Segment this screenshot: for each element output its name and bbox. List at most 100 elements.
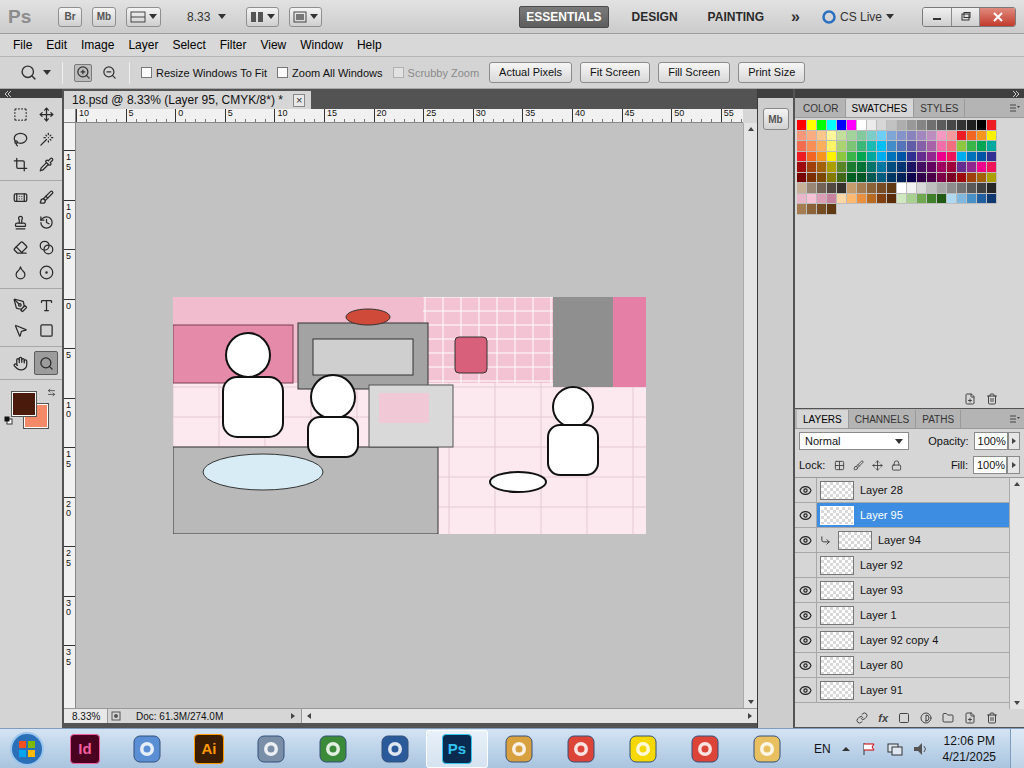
swatch[interactable] [797,162,807,173]
swatch[interactable] [877,120,887,131]
swatch[interactable] [887,120,897,131]
swatch[interactable] [937,194,947,205]
start-button[interactable] [0,731,54,767]
window-button[interactable] [979,8,1015,26]
swatch[interactable] [797,204,807,215]
numeric-field[interactable]: 100% [973,456,1007,474]
layer-row[interactable]: Layer 1 [795,603,1009,628]
option-checkbox[interactable]: Zoom All Windows [277,67,382,79]
swatch[interactable] [897,120,907,131]
close-tab-button[interactable]: × [293,94,305,107]
expand-icon[interactable] [1012,91,1020,97]
swatch[interactable] [827,120,837,131]
scroll-down-icon[interactable] [1013,699,1021,707]
swatch[interactable] [827,162,837,173]
swatch[interactable] [977,152,987,163]
swatch[interactable] [907,162,917,173]
visibility-toggle[interactable] [795,678,817,702]
horizontal-scrollbar[interactable] [302,709,757,723]
tool-button[interactable] [34,127,58,151]
swatch[interactable] [937,131,947,142]
swatch[interactable] [857,162,867,173]
lock-transparency-icon[interactable] [834,460,845,471]
layer-row[interactable]: Layer 80 [795,653,1009,678]
link-layers-icon[interactable] [856,712,868,724]
option-button[interactable]: Print Size [738,62,805,83]
swatch[interactable] [887,131,897,142]
visibility-toggle[interactable] [795,478,817,502]
menu-item[interactable]: Help [350,35,389,55]
option-checkbox[interactable]: Resize Windows To Fit [141,67,267,79]
swatch[interactable] [927,141,937,152]
swatch[interactable] [897,131,907,142]
taskbar-app[interactable]: Ai [178,730,240,768]
swatch[interactable] [947,162,957,173]
swatch[interactable] [877,131,887,142]
tool-button[interactable] [8,127,32,151]
swatch[interactable] [847,173,857,184]
workspace-button[interactable]: PAINTING [701,6,771,28]
option-button[interactable]: Actual Pixels [489,62,572,83]
swatch[interactable] [857,120,867,131]
swatch[interactable] [867,173,877,184]
layer-name[interactable]: Layer 92 [860,559,903,571]
swatch[interactable] [917,162,927,173]
tool-button[interactable] [34,102,58,126]
swatch[interactable] [837,141,847,152]
layer-row[interactable]: Layer 28 [795,478,1009,503]
swatch[interactable] [987,162,997,173]
swatch[interactable] [977,183,987,194]
cs-live-button[interactable]: CS Live [822,10,894,24]
taskbar-app[interactable]: Id [54,730,116,768]
workspace-button[interactable]: ESSENTIALS [519,6,608,28]
layer-row[interactable]: Layer 93 [795,578,1009,603]
taskbar-app[interactable] [302,730,364,768]
bar-button[interactable] [126,7,161,27]
swatch[interactable] [897,173,907,184]
zoom-mode-button[interactable] [100,64,118,82]
swatch[interactable] [987,152,997,163]
layer-name[interactable]: Layer 95 [860,509,903,521]
menu-item[interactable]: Edit [39,35,74,55]
panel-tab[interactable]: SWATCHES [846,99,915,117]
swatch[interactable] [877,194,887,205]
taskbar-app[interactable] [550,730,612,768]
swatch[interactable] [927,131,937,142]
field-arrow-button[interactable] [1008,432,1020,450]
network-icon[interactable] [887,742,903,756]
taskbar-app[interactable]: Ps [426,730,488,768]
swatch[interactable] [897,183,907,194]
swatch[interactable] [857,131,867,142]
option-button[interactable]: Fit Screen [580,62,650,83]
swatch[interactable] [917,194,927,205]
swatch[interactable] [937,141,947,152]
tool-button[interactable] [8,260,32,284]
swatch[interactable] [947,152,957,163]
collapse-icon[interactable] [4,91,12,97]
swatch[interactable] [947,194,957,205]
swatch[interactable] [957,120,967,131]
layer-row[interactable]: Layer 92 copy 4 [795,628,1009,653]
swatch[interactable] [797,194,807,205]
window-button[interactable] [923,8,951,26]
swatch[interactable] [947,183,957,194]
color-toggle[interactable] [47,388,56,397]
swatch[interactable] [807,141,817,152]
tool-button[interactable] [8,351,32,375]
swatch[interactable] [907,194,917,205]
layer-row[interactable]: Layer 94 [795,528,1009,553]
visibility-toggle[interactable] [795,528,817,552]
visibility-toggle[interactable] [795,653,817,677]
lock-position-icon[interactable] [872,460,883,471]
swatch[interactable] [837,152,847,163]
swatch[interactable] [857,194,867,205]
tool-button[interactable] [8,185,32,209]
layer-style-button[interactable]: fx [878,712,888,724]
swatch[interactable] [957,173,967,184]
swatch[interactable] [967,183,977,194]
swatch[interactable] [857,141,867,152]
swatch[interactable] [957,141,967,152]
layer-body[interactable]: Layer 94 [817,528,1009,552]
layer-name[interactable]: Layer 93 [860,584,903,596]
clock[interactable]: 12:06 PM4/21/2025 [939,733,1000,765]
